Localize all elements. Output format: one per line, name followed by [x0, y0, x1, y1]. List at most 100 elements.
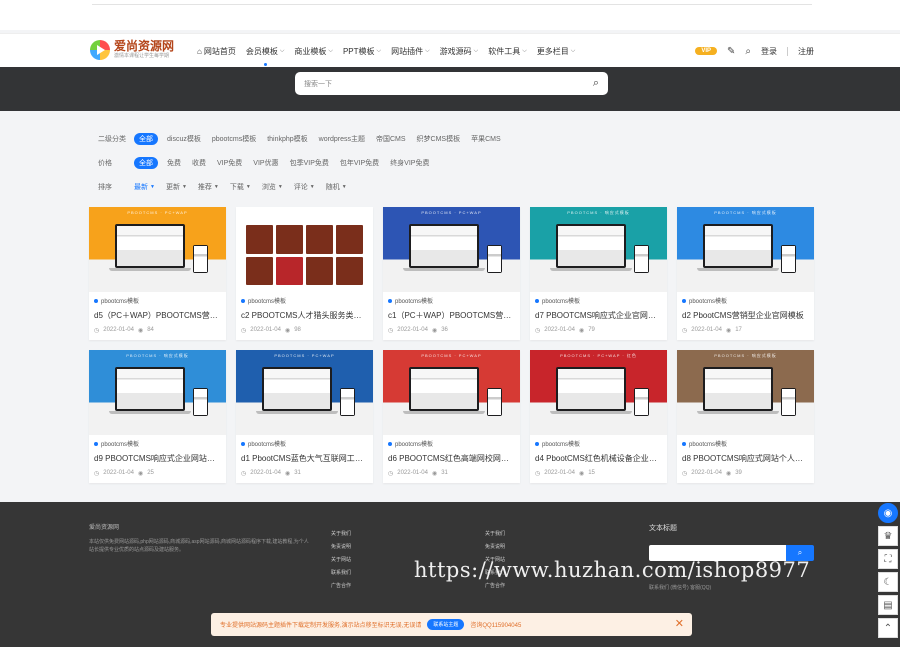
filter-option[interactable]: 苹果CMS	[471, 134, 501, 144]
card-title[interactable]: d9 PBOOTCMS响应式企业网站个人博客	[94, 453, 221, 464]
sort-option[interactable]: 下载 ▼	[230, 182, 251, 192]
card-views: 79	[588, 327, 595, 333]
eye-icon[interactable]: ◉	[878, 503, 898, 523]
filter-option[interactable]: 全部	[134, 157, 158, 169]
nav-commercial-templates[interactable]: 商业模板 ⌵	[294, 46, 333, 57]
footer-link[interactable]: 广告合作	[485, 582, 505, 589]
card-category[interactable]: pbootcms模板	[682, 439, 809, 448]
sort-option[interactable]: 浏览 ▼	[262, 182, 283, 192]
site-header: 爱尚资源网 激情本课程让学生每学期 ⌂ 网站首页 会员模板 ⌵ 商业模板 ⌵ PPT模…	[0, 33, 900, 67]
sort-option[interactable]: 推荐 ▼	[198, 182, 219, 192]
fullscreen-icon[interactable]: ⛶	[878, 549, 898, 569]
filter-option[interactable]: 收费	[192, 158, 206, 168]
card-thumbnail[interactable]: PBOOTCMS · 响应式模板	[530, 207, 667, 292]
nav-software-tools[interactable]: 软件工具 ⌵	[488, 46, 527, 57]
template-card[interactable]: PBOOTCMS · PC+WAP pbootcms模板 d1 PbootCMS蓝色…	[236, 350, 373, 483]
template-card[interactable]: PBOOTCMS · PC+WAP pbootcms模板 d6 PBOOTCMS红色…	[383, 350, 520, 483]
card-thumbnail[interactable]: PBOOTCMS · PC+WAP · 红色	[530, 350, 667, 435]
filter-option[interactable]: 免费	[167, 158, 181, 168]
card-thumbnail[interactable]: PBOOTCMS · 响应式模板	[677, 207, 814, 292]
filter-option[interactable]: 帝国CMS	[376, 134, 406, 144]
footer-link[interactable]: 广告合作	[331, 582, 351, 589]
card-title[interactable]: d2 PbootCMS营销型企业官网模板	[682, 310, 809, 321]
close-icon[interactable]: ✕	[675, 617, 684, 630]
card-date: 2022-01-04	[691, 470, 722, 476]
card-title[interactable]: d7 PBOOTCMS响应式企业官网个人网站	[535, 310, 662, 321]
footer-link[interactable]: 关于网站	[331, 556, 351, 563]
card-category[interactable]: pbootcms模板	[388, 296, 515, 305]
document-icon[interactable]: ▤	[878, 595, 898, 615]
template-card[interactable]: pbootcms模板 c2 PBOOTCMS人才猎头服务类网站模板 ◷2022-01…	[236, 207, 373, 340]
nav-more[interactable]: 更多栏目 ⌵	[537, 46, 576, 57]
template-card[interactable]: PBOOTCMS · 响应式模板 pbootcms模板 d8 PBOOTCMS响应式…	[677, 350, 814, 483]
template-card[interactable]: PBOOTCMS · PC+WAP · 红色 pbootcms模板 d4 Pboot…	[530, 350, 667, 483]
filter-option[interactable]: 织梦CMS模板	[417, 134, 461, 144]
card-category[interactable]: pbootcms模板	[682, 296, 809, 305]
template-card[interactable]: PBOOTCMS · 响应式模板 pbootcms模板 d9 PBOOTCMS响应式…	[89, 350, 226, 483]
filter-option[interactable]: 终身VIP免费	[390, 158, 429, 168]
card-thumbnail[interactable]: PBOOTCMS · 响应式模板	[89, 350, 226, 435]
card-title[interactable]: d5（PC＋WAP）PBOOTCMS营销门户网站模板	[94, 310, 221, 321]
filter-option[interactable]: 全部	[134, 133, 158, 145]
card-thumbnail[interactable]: PBOOTCMS · PC+WAP	[89, 207, 226, 292]
card-title[interactable]: c2 PBOOTCMS人才猎头服务类网站模板	[241, 310, 368, 321]
footer-link[interactable]: 关于我们	[485, 530, 505, 537]
edit-icon[interactable]: ✎	[727, 46, 735, 57]
vip-badge[interactable]: VIP	[695, 47, 717, 55]
filter-option[interactable]: pbootcms模板	[212, 134, 256, 144]
nav-member-templates[interactable]: 会员模板 ⌵	[246, 46, 284, 66]
search-input[interactable]: 搜索一下 ⌕	[295, 72, 608, 95]
filter-option[interactable]: VIP免费	[217, 158, 242, 168]
crown-icon[interactable]: ♛	[878, 526, 898, 546]
card-category[interactable]: pbootcms模板	[535, 296, 662, 305]
card-category[interactable]: pbootcms模板	[241, 439, 368, 448]
card-title[interactable]: d1 PbootCMS蓝色大气互联网工业网站	[241, 453, 368, 464]
footer-link[interactable]: 免责说明	[485, 543, 505, 550]
filter-option[interactable]: thinkphp模板	[267, 134, 307, 144]
sort-option[interactable]: 随机 ▼	[326, 182, 347, 192]
search-icon[interactable]: ⌕	[745, 46, 751, 57]
filter-option[interactable]: 包季VIP免费	[290, 158, 329, 168]
sort-option[interactable]: 评论 ▼	[294, 182, 315, 192]
card-category[interactable]: pbootcms模板	[94, 439, 221, 448]
template-card[interactable]: PBOOTCMS · 响应式模板 pbootcms模板 d7 PBOOTCMS响应式…	[530, 207, 667, 340]
back-to-top-icon[interactable]: ⌃	[878, 618, 898, 638]
footer-link[interactable]: 免责说明	[331, 543, 351, 550]
contact-owner-button[interactable]: 联系站主题	[427, 619, 465, 630]
card-thumbnail[interactable]: PBOOTCMS · PC+WAP	[383, 207, 520, 292]
filter-option[interactable]: 包年VIP免费	[340, 158, 379, 168]
notice-qq[interactable]: 咨询QQ115904045	[470, 620, 521, 629]
card-category[interactable]: pbootcms模板	[241, 296, 368, 305]
site-logo[interactable]: 爱尚资源网 激情本课程让学生每学期	[90, 40, 174, 60]
nav-home[interactable]: ⌂ 网站首页	[197, 46, 236, 57]
card-title[interactable]: c1（PC＋WAP）PBOOTCMS营销型网站	[388, 310, 515, 321]
nav-ppt-templates[interactable]: PPT模板 ⌵	[343, 46, 381, 57]
card-thumbnail[interactable]	[236, 207, 373, 292]
card-category[interactable]: pbootcms模板	[535, 439, 662, 448]
search-icon[interactable]: ⌕	[593, 77, 599, 90]
sort-option[interactable]: 更新 ▼	[166, 182, 187, 192]
card-thumbnail[interactable]: PBOOTCMS · PC+WAP	[383, 350, 520, 435]
card-title[interactable]: d8 PBOOTCMS响应式网站个人作品展示	[682, 453, 809, 464]
sort-option[interactable]: 最新 ▼	[134, 182, 155, 192]
card-thumbnail[interactable]: PBOOTCMS · PC+WAP	[236, 350, 373, 435]
nav-game-source[interactable]: 游戏源码 ⌵	[440, 46, 479, 57]
login-link[interactable]: 登录	[761, 46, 777, 57]
footer-link[interactable]: 关于我们	[331, 530, 351, 537]
filter-option[interactable]: VIP优惠	[253, 158, 278, 168]
card-category[interactable]: pbootcms模板	[94, 296, 221, 305]
filter-option[interactable]: wordpress主题	[319, 134, 365, 144]
footer-link[interactable]: 联系我们	[331, 569, 351, 576]
card-title[interactable]: d6 PBOOTCMS红色高端网校网络专家	[388, 453, 515, 464]
card-title[interactable]: d4 PbootCMS红色机械设备企业网站	[535, 453, 662, 464]
footer-logo[interactable]: 爱尚资源网	[89, 522, 119, 531]
card-thumbnail[interactable]: PBOOTCMS · 响应式模板	[677, 350, 814, 435]
card-category[interactable]: pbootcms模板	[388, 439, 515, 448]
template-card[interactable]: PBOOTCMS · 响应式模板 pbootcms模板 d2 PbootCMS营销型…	[677, 207, 814, 340]
template-card[interactable]: PBOOTCMS · PC+WAP pbootcms模板 c1（PC＋WAP）PBO…	[383, 207, 520, 340]
theme-moon-icon[interactable]: ☾	[878, 572, 898, 592]
template-card[interactable]: PBOOTCMS · PC+WAP pbootcms模板 d5（PC＋WAP）PBO…	[89, 207, 226, 340]
register-link[interactable]: 注册	[798, 46, 814, 57]
filter-option[interactable]: discuz模板	[167, 134, 201, 144]
nav-plugins[interactable]: 网站插件 ⌵	[391, 46, 430, 57]
